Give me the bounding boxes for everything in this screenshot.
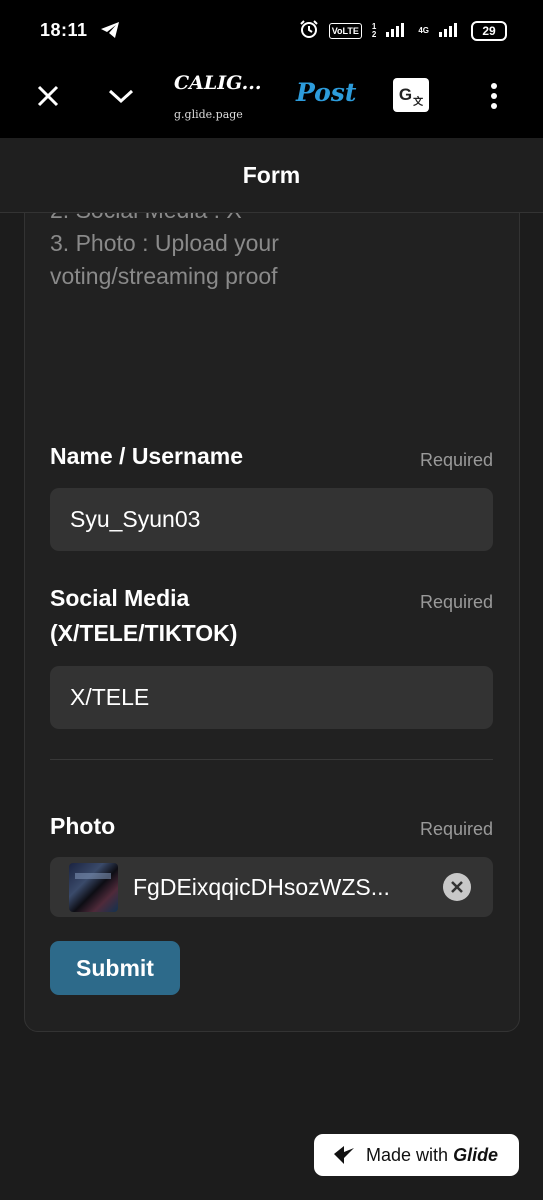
made-with-glide-badge[interactable]: Made with Glide	[314, 1134, 519, 1176]
post-link[interactable]: Post	[296, 78, 356, 107]
description-line-3a: 3. Photo : Upload your	[50, 230, 279, 256]
photo-upload-field[interactable]: FgDEixqqicDHsozWZS...	[50, 857, 493, 917]
chevron-down-icon	[108, 89, 134, 104]
signal-icon	[386, 21, 408, 42]
close-button[interactable]	[26, 74, 70, 118]
social-label: Social Media (X/TELE/TIKTOK)	[50, 581, 237, 651]
volte-badge: VoLTE	[328, 23, 362, 39]
status-icons: VoLTE 1 2 4G 29	[299, 18, 507, 44]
alarm-icon	[299, 19, 319, 44]
social-label-line-1: Social Media	[50, 585, 190, 611]
telegram-icon	[100, 21, 120, 44]
translate-icon: G	[398, 85, 413, 104]
close-icon	[451, 881, 463, 893]
signal-icon-2	[439, 21, 461, 42]
site-url: g.glide.page	[174, 108, 243, 121]
social-input[interactable]: X/TELE	[50, 666, 493, 729]
status-time: 18:11	[40, 20, 88, 40]
divider	[50, 759, 493, 760]
social-label-line-2: (X/TELE/TIKTOK)	[50, 620, 238, 646]
sim-indicator: 1 2	[372, 23, 376, 39]
close-icon	[37, 85, 59, 107]
site-title: CALIG...	[174, 72, 262, 94]
more-vert-icon	[491, 83, 497, 109]
description-line-3b: voting/streaming proof	[50, 263, 278, 289]
name-label: Name / Username	[50, 443, 244, 469]
collapse-button[interactable]	[99, 74, 143, 118]
photo-thumbnail	[69, 863, 118, 912]
translate-button[interactable]: G文	[393, 78, 429, 112]
social-required: Required	[419, 592, 493, 612]
name-required: Required	[419, 450, 493, 470]
photo-file-name: FgDEixqqicDHsozWZS...	[133, 874, 390, 900]
clear-photo-button[interactable]	[443, 873, 471, 901]
photo-required: Required	[419, 819, 493, 839]
sim-bottom: 2	[371, 30, 377, 39]
name-input[interactable]: Syu_Syun03	[50, 488, 493, 551]
badge-brand: Glide	[453, 1144, 499, 1165]
badge-prefix: Made with	[366, 1144, 449, 1165]
battery-icon: 29	[471, 21, 507, 41]
page-title: Form	[0, 138, 543, 213]
submit-button[interactable]: Submit	[50, 941, 180, 995]
more-options-button[interactable]	[472, 74, 516, 118]
glide-logo-icon	[334, 1146, 354, 1164]
network-type: 4G	[418, 26, 429, 35]
translate-icon-sub: 文	[413, 96, 424, 108]
top-bar: 18:11 VoLTE 1 2 4G 29 CALIG... g.glide.p…	[0, 0, 543, 138]
photo-label: Photo	[50, 813, 116, 839]
